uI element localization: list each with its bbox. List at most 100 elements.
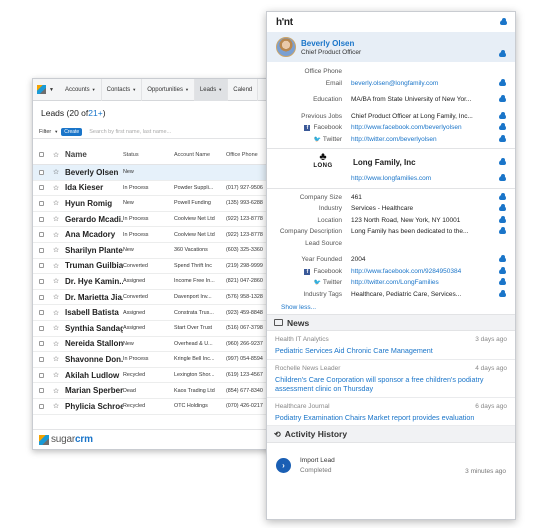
star-icon[interactable]: ☆ [49, 277, 63, 285]
lead-name-link[interactable]: Akilah Ludlow [63, 371, 123, 380]
cloud-upload-icon[interactable] [499, 123, 506, 131]
cloud-upload-icon[interactable] [499, 266, 506, 274]
table-row[interactable]: ☆Truman Guilbia...Converted Spend Thrift … [33, 259, 276, 275]
row-checkbox[interactable] [33, 310, 49, 316]
nav-leads[interactable]: Leads ▼ [194, 79, 229, 101]
news-title-link[interactable]: Podiatry Examination Chairs Market repor… [275, 413, 507, 423]
row-checkbox[interactable] [33, 185, 49, 191]
person-name[interactable]: Beverly Olsen [301, 39, 361, 48]
nav-contacts[interactable]: Contacts ▼ [102, 79, 143, 101]
star-icon[interactable]: ☆ [49, 387, 63, 395]
row-checkbox[interactable] [33, 232, 49, 238]
lead-name-link[interactable]: Phylicia Schroe... [63, 402, 123, 411]
star-icon[interactable]: ☆ [49, 184, 63, 192]
field-value[interactable]: http://www.facebook.com/beverlyolsen [351, 124, 499, 131]
row-checkbox[interactable] [33, 356, 49, 362]
lead-name-link[interactable]: Truman Guilbia... [63, 261, 123, 270]
star-icon[interactable]: ☆ [49, 168, 63, 176]
row-checkbox[interactable] [33, 200, 49, 206]
lead-name-link[interactable]: Synthia Sandage [63, 324, 123, 333]
cloud-upload-icon[interactable] [499, 192, 506, 200]
lead-name-link[interactable]: Beverly Olsen [63, 168, 123, 177]
field-value[interactable]: http://twitter.com/beverlyolsen [351, 136, 499, 143]
star-icon[interactable]: ☆ [49, 215, 63, 223]
lead-name-link[interactable]: Isabell Batista [63, 308, 123, 317]
table-row[interactable]: ☆ Dr. Hye Kamin... Assigned Income Free In.… [33, 274, 276, 290]
star-icon[interactable]: ☆ [49, 371, 63, 379]
table-row[interactable]: ☆ Isabell Batista Assigned Constrata Trus..… [33, 305, 276, 321]
table-row[interactable]: ☆ Shavonne Don... In Process Kringle Bell I… [33, 352, 276, 368]
row-checkbox[interactable] [33, 341, 49, 347]
star-icon[interactable]: ☆ [49, 262, 63, 270]
table-row[interactable]: ☆ Marian Sperber Dead Kaos Trading Ltd (854)… [33, 383, 276, 399]
row-checkbox[interactable] [33, 294, 49, 300]
lead-name-link[interactable]: Nereida Stallone [63, 339, 123, 348]
lead-name-link[interactable]: Shavonne Don... [63, 355, 123, 364]
table-row[interactable]: ☆ Ana Mcadory In Process Coolview Net Ltd (9… [33, 227, 276, 243]
star-icon[interactable]: ☆ [49, 340, 63, 348]
star-icon[interactable]: ☆ [49, 293, 63, 301]
table-row[interactable]: ☆ Gerardo Mcadi... In Process Coolview Net … [33, 212, 276, 228]
table-row[interactable]: ☆ Akilah Ludlow Recycled Lexington Shor...(… [33, 368, 276, 384]
row-checkbox[interactable] [33, 278, 49, 284]
star-icon[interactable]: ☆ [49, 246, 63, 254]
lead-name-link[interactable]: Ida Kieser [63, 183, 123, 192]
row-checkbox[interactable] [33, 403, 49, 409]
row-checkbox[interactable] [33, 169, 49, 175]
nav-calendar[interactable]: Calend [228, 79, 259, 101]
cloud-upload-icon[interactable] [499, 215, 506, 223]
field-value[interactable]: http://twitter.com/LongFamilies [351, 279, 499, 286]
create-button[interactable]: Create [61, 127, 83, 136]
sugar-cube-icon[interactable] [33, 79, 49, 101]
cloud-upload-icon[interactable] [499, 111, 506, 119]
cloud-upload-icon[interactable] [499, 227, 506, 235]
table-row[interactable]: ☆ Hyun Romig New Powell Funding (135) 993-62… [33, 196, 276, 212]
news-title-link[interactable]: Children's Care Corporation will sponsor… [275, 375, 507, 394]
star-icon[interactable]: ☆ [49, 231, 63, 239]
lead-name-link[interactable]: Gerardo Mcadi... [63, 215, 123, 224]
company-website-link[interactable]: http://www.longfamilies.com [351, 175, 499, 182]
news-title-link[interactable]: Pediatric Services Aid Chronic Care Mana… [275, 346, 507, 356]
nav-accounts[interactable]: Accounts ▼ [60, 79, 102, 101]
filter-dropdown[interactable]: Filter [39, 129, 51, 135]
lead-name-link[interactable]: Dr. Hye Kamin... [63, 277, 123, 286]
star-icon[interactable]: ☆ [49, 355, 63, 363]
col-name[interactable]: Name [63, 150, 123, 159]
lead-name-link[interactable]: Dr. Marietta Jia... [63, 293, 123, 302]
select-all-checkbox[interactable] [33, 152, 49, 157]
table-row[interactable]: ☆Phylicia Schroe...RecycledOTC Holdings(… [33, 399, 276, 415]
row-checkbox[interactable] [33, 325, 49, 331]
row-checkbox[interactable] [33, 216, 49, 222]
nav-opportunities[interactable]: Opportunities ▼ [142, 79, 195, 101]
col-account[interactable]: Account Name [174, 152, 226, 158]
table-row[interactable]: ☆ Nereida Stallone New Overhead & U... (960)… [33, 337, 276, 353]
col-status[interactable]: Status [123, 152, 174, 158]
table-row[interactable]: ☆ Beverly Olsen New [33, 165, 276, 181]
lead-count[interactable]: 21+ [88, 108, 102, 118]
row-checkbox[interactable] [33, 263, 49, 269]
star-icon[interactable]: ☆ [49, 309, 63, 317]
star-icon[interactable]: ☆ [49, 199, 63, 207]
table-row[interactable]: ☆Synthia SandageAssigned Start Over Trust… [33, 321, 276, 337]
table-row[interactable]: ☆ Sharilyn Plante New 360 Vacations (603) 32… [33, 243, 276, 259]
cloud-upload-icon[interactable] [499, 78, 506, 86]
lead-name-link[interactable]: Ana Mcadory [63, 230, 123, 239]
row-checkbox[interactable] [33, 372, 49, 378]
cloud-upload-icon[interactable] [499, 255, 506, 263]
field-value[interactable]: http://www.facebook.com/9284950384 [351, 268, 499, 275]
search-input[interactable]: Search by first name, last name... [85, 129, 171, 135]
star-icon[interactable]: ☆ [49, 324, 63, 332]
lead-name-link[interactable]: Sharilyn Plante [63, 246, 123, 255]
lead-name-link[interactable]: Marian Sperber [63, 386, 123, 395]
cloud-upload-icon[interactable] [500, 17, 507, 25]
cloud-upload-icon[interactable] [499, 134, 506, 142]
row-checkbox[interactable] [33, 388, 49, 394]
star-icon[interactable]: ☆ [49, 402, 63, 410]
table-row[interactable]: ☆ Ida Kieser In Process Powder Suppli... (01… [33, 181, 276, 197]
table-row[interactable]: ☆ Dr. Marietta Jia... Converted Davenport I… [33, 290, 276, 306]
cloud-upload-icon[interactable] [499, 174, 506, 182]
cloud-upload-icon[interactable] [499, 157, 506, 165]
cloud-upload-icon[interactable] [499, 204, 506, 212]
show-less-link[interactable]: Show less... [267, 300, 515, 314]
field-value[interactable]: beverly.olsen@longfamily.com [351, 80, 499, 87]
